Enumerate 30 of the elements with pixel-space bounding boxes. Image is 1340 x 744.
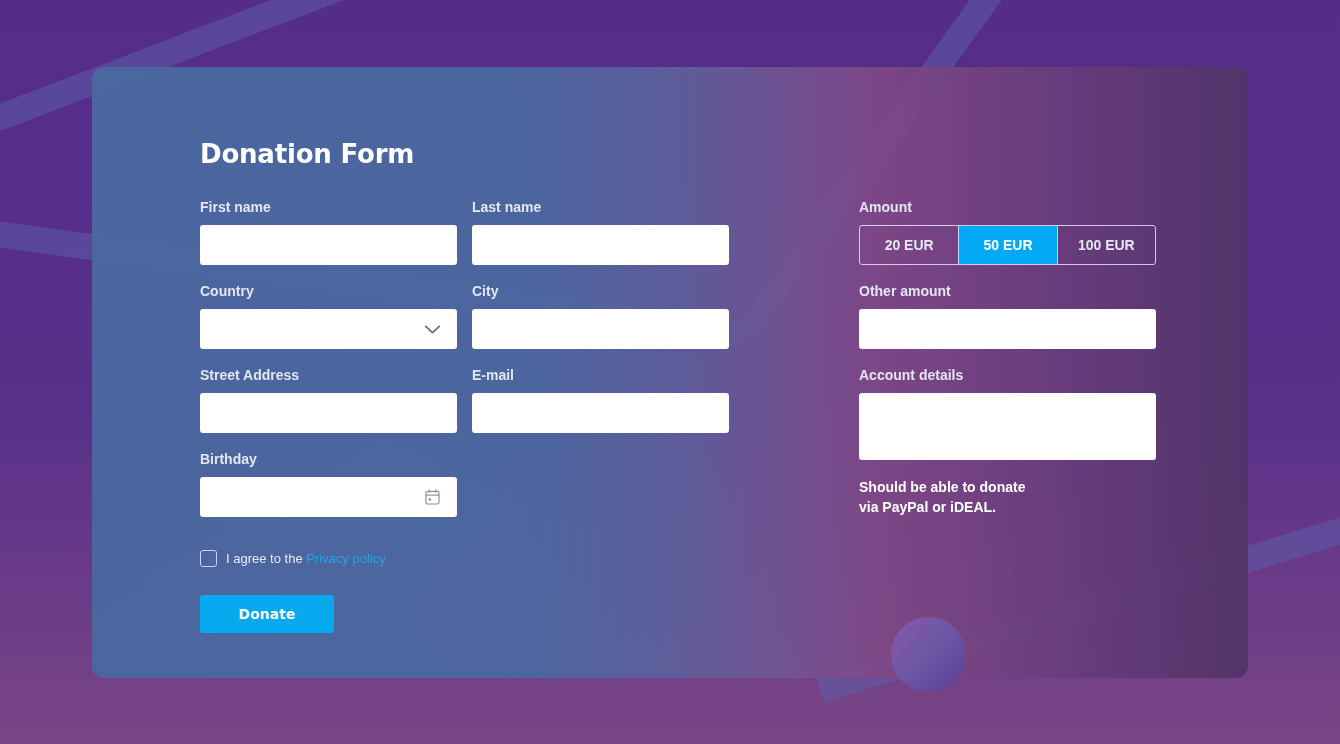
field-label: Country <box>200 282 254 300</box>
form-title: Donation Form <box>200 138 415 171</box>
field-label: Last name <box>472 198 542 216</box>
date-field[interactable] <box>200 477 457 517</box>
input-field[interactable] <box>472 225 729 265</box>
amount-option[interactable]: 50 EUR <box>958 226 1057 264</box>
input-field[interactable] <box>472 309 729 349</box>
field-label: City <box>472 282 499 300</box>
checkbox[interactable] <box>200 549 217 567</box>
field-label: E-mail <box>472 366 514 384</box>
input-field[interactable] <box>200 393 457 433</box>
chevron-down-icon <box>424 324 441 334</box>
input-field[interactable] <box>472 393 729 433</box>
field-label: First name <box>200 198 271 216</box>
field-label: Account details <box>859 366 964 384</box>
input-field[interactable] <box>859 309 1156 349</box>
field-label: Other amount <box>859 282 951 300</box>
note-text: Should be able to donate via PayPal or iDEAL. <box>859 478 1027 517</box>
field-label: Birthday <box>200 450 257 468</box>
donate-button[interactable]: Donate <box>200 595 334 633</box>
calendar-icon <box>425 489 440 505</box>
text-area[interactable] <box>859 393 1156 460</box>
field-label: Street Address <box>200 366 300 384</box>
field-label: Amount <box>859 198 912 216</box>
consent-text: I agree to the Privacy policy <box>226 550 386 566</box>
amount-option[interactable]: 100 EUR <box>1056 226 1155 264</box>
select-field[interactable] <box>200 309 457 349</box>
input-field[interactable] <box>200 225 457 265</box>
privacy-policy-link[interactable]: Privacy policy <box>306 550 386 566</box>
amount-option[interactable]: 20 EUR <box>860 226 959 264</box>
